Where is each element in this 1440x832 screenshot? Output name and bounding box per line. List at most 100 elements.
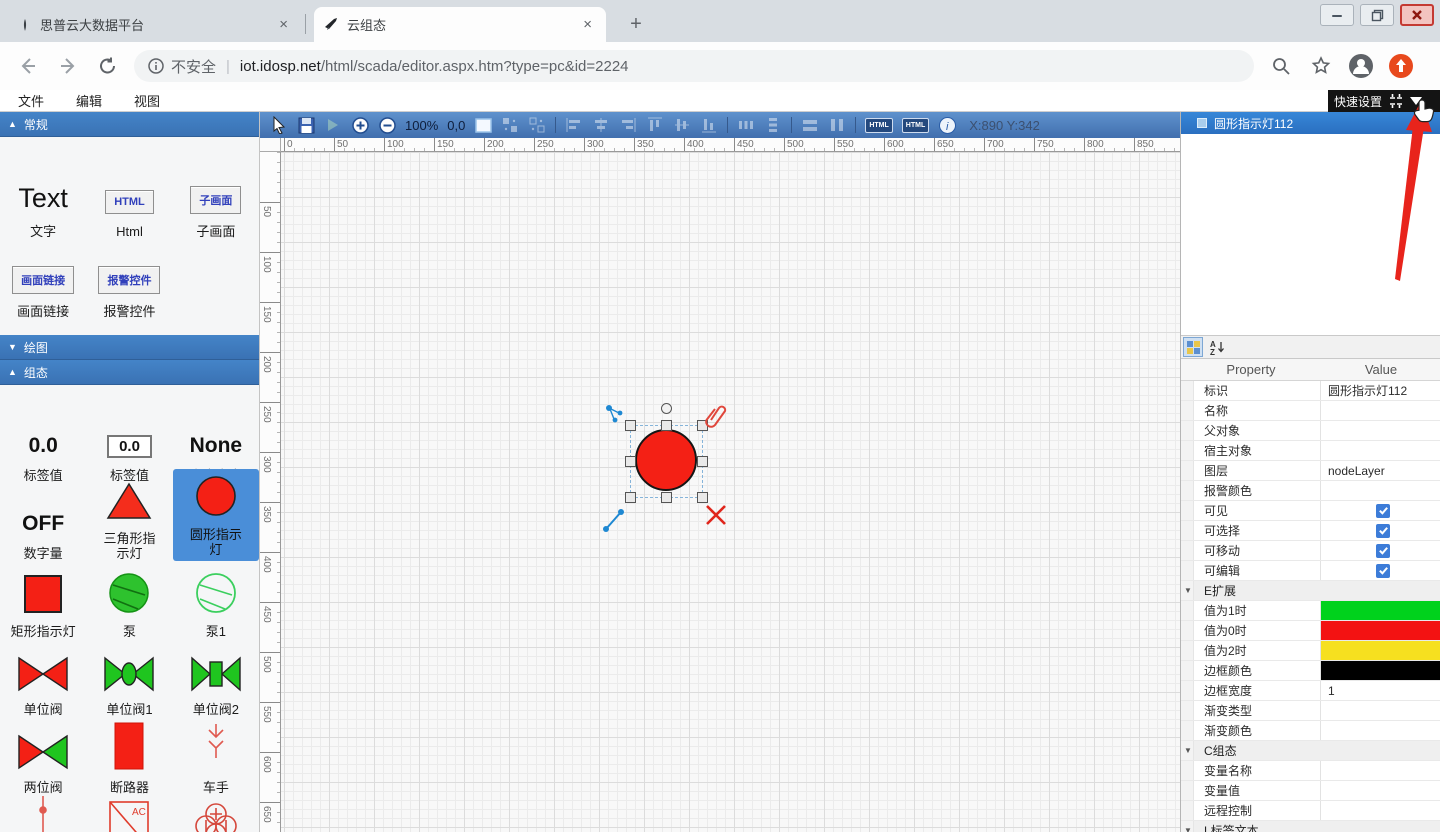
- snap-object-icon[interactable]: [528, 116, 546, 134]
- resize-handle-se[interactable]: [697, 492, 708, 503]
- reload-icon[interactable]: [96, 54, 120, 78]
- snap-grid-icon[interactable]: [501, 116, 519, 134]
- menu-file[interactable]: 文件: [18, 91, 58, 110]
- property-row[interactable]: 值为2时: [1181, 641, 1440, 661]
- select-cursor-icon[interactable]: [270, 116, 288, 134]
- palette-item-handcart[interactable]: 车手: [199, 717, 233, 795]
- property-row[interactable]: 名称: [1181, 401, 1440, 421]
- save-icon[interactable]: [297, 116, 315, 134]
- html-source-button[interactable]: HTML: [865, 118, 892, 133]
- resize-handle-sw[interactable]: [625, 492, 636, 503]
- selected-circle-indicator[interactable]: [635, 429, 697, 491]
- property-row[interactable]: 报警颜色: [1181, 481, 1440, 501]
- info-icon[interactable]: i: [938, 116, 956, 134]
- resize-handle-s[interactable]: [661, 492, 672, 503]
- prop-value[interactable]: [1321, 661, 1440, 680]
- property-row[interactable]: 宿主对象: [1181, 441, 1440, 461]
- attach-paperclip-icon[interactable]: [705, 404, 727, 428]
- property-row[interactable]: 可见: [1181, 501, 1440, 521]
- browser-tab-1[interactable]: 思普云大数据平台 ×: [8, 7, 302, 42]
- resize-handle-e[interactable]: [697, 456, 708, 467]
- prop-value[interactable]: [1321, 401, 1440, 420]
- design-canvas[interactable]: [281, 152, 1180, 832]
- color-swatch[interactable]: [1321, 661, 1440, 680]
- align-center-icon[interactable]: [592, 116, 610, 134]
- palette-item-breaker[interactable]: 断路器: [110, 717, 149, 795]
- sort-az-icon[interactable]: AZ: [1207, 337, 1227, 357]
- prop-value[interactable]: nodeLayer: [1321, 461, 1440, 480]
- property-row[interactable]: 值为0时: [1181, 621, 1440, 641]
- prop-value[interactable]: [1321, 521, 1440, 540]
- property-row[interactable]: 渐变颜色: [1181, 721, 1440, 741]
- palette-item-tag-value-boxed[interactable]: 0.0 标签值: [107, 405, 152, 483]
- align-top-icon[interactable]: [646, 116, 664, 134]
- menu-edit[interactable]: 编辑: [76, 91, 116, 110]
- palette-item-valve[interactable]: 单位阀: [17, 639, 69, 717]
- palette-item-digital[interactable]: OFF 数字量: [22, 483, 64, 561]
- palette-item-tag-value[interactable]: 0.0 标签值: [24, 405, 63, 483]
- selected-object-header[interactable]: 圆形指示灯112: [1181, 112, 1440, 134]
- palette-item-valve2[interactable]: 单位阀2: [190, 639, 242, 717]
- menu-view[interactable]: 视图: [134, 91, 174, 110]
- align-bottom-icon[interactable]: [700, 116, 718, 134]
- rotate-handle[interactable]: [661, 403, 672, 414]
- url-path[interactable]: /html/scada/editor.aspx.htm?type=pc&id=2…: [321, 58, 629, 75]
- section-collapse-icon[interactable]: ▼: [1184, 826, 1192, 832]
- prop-value[interactable]: 圆形指示灯112: [1321, 381, 1440, 400]
- zoom-out-icon[interactable]: [378, 116, 396, 134]
- resize-handle-nw[interactable]: [625, 420, 636, 431]
- section-collapse-icon[interactable]: ▼: [1184, 746, 1192, 755]
- prop-value[interactable]: 1: [1321, 681, 1440, 700]
- property-row[interactable]: 变量值: [1181, 781, 1440, 801]
- connect-line-icon[interactable]: [603, 508, 625, 532]
- resize-handle-n[interactable]: [661, 420, 672, 431]
- back-icon[interactable]: [16, 54, 40, 78]
- tab-close-icon[interactable]: ×: [579, 16, 596, 33]
- distribute-h-icon[interactable]: [737, 116, 755, 134]
- close-button[interactable]: [1400, 4, 1434, 26]
- palette-item-html[interactable]: HTML Html: [105, 159, 154, 239]
- property-row[interactable]: 可移动: [1181, 541, 1440, 561]
- align-right-icon[interactable]: [619, 116, 637, 134]
- browser-update-icon[interactable]: [1388, 53, 1414, 79]
- palette-section-general[interactable]: ▲ 常规: [0, 112, 259, 137]
- zoom-search-icon[interactable]: [1268, 53, 1294, 79]
- same-height-icon[interactable]: [828, 116, 846, 134]
- resize-handle-w[interactable]: [625, 456, 636, 467]
- restore-button[interactable]: [1360, 4, 1394, 26]
- checkbox-checked-icon[interactable]: [1376, 564, 1390, 578]
- palette-section-scada[interactable]: ▲ 组态: [0, 360, 259, 385]
- checkbox-checked-icon[interactable]: [1376, 544, 1390, 558]
- url-box[interactable]: 不安全 | iot.idosp.net/html/scada/editor.as…: [134, 50, 1254, 82]
- color-swatch[interactable]: [1321, 621, 1440, 640]
- property-row[interactable]: 远程控制: [1181, 801, 1440, 821]
- delete-x-icon[interactable]: [705, 504, 727, 526]
- prop-value[interactable]: [1321, 721, 1440, 740]
- prop-value[interactable]: [1321, 701, 1440, 720]
- prop-value[interactable]: [1321, 441, 1440, 460]
- property-row[interactable]: 可编辑: [1181, 561, 1440, 581]
- palette-item-triangle-indicator[interactable]: 三角形指示灯: [99, 483, 159, 561]
- prop-value[interactable]: [1321, 481, 1440, 500]
- new-tab-button[interactable]: +: [622, 10, 650, 38]
- bookmark-star-icon[interactable]: [1308, 53, 1334, 79]
- security-label[interactable]: 不安全: [171, 56, 216, 77]
- checkbox-checked-icon[interactable]: [1376, 524, 1390, 538]
- palette-item-alarm-control[interactable]: 报警控件 报警控件: [98, 239, 160, 319]
- palette-section-drawing[interactable]: ▼ 绘图: [0, 335, 259, 360]
- canvas-size-icon[interactable]: [474, 116, 492, 134]
- minimize-button[interactable]: [1320, 4, 1354, 26]
- color-swatch[interactable]: [1321, 601, 1440, 620]
- palette-item-pump[interactable]: 泵: [108, 561, 150, 639]
- property-row[interactable]: 父对象: [1181, 421, 1440, 441]
- property-row[interactable]: 值为1时: [1181, 601, 1440, 621]
- browser-tab-2-active[interactable]: 云组态 ×: [314, 7, 606, 42]
- palette-item-valve1[interactable]: 单位阀1: [103, 639, 155, 717]
- property-row[interactable]: 渐变类型: [1181, 701, 1440, 721]
- palette-item-knife-switch[interactable]: 刀闸: [30, 795, 56, 832]
- categorized-view-icon[interactable]: [1183, 337, 1203, 357]
- distribute-v-icon[interactable]: [764, 116, 782, 134]
- prop-value[interactable]: [1321, 541, 1440, 560]
- palette-item-pump1[interactable]: 泵1: [195, 561, 237, 639]
- property-row[interactable]: 可选择: [1181, 521, 1440, 541]
